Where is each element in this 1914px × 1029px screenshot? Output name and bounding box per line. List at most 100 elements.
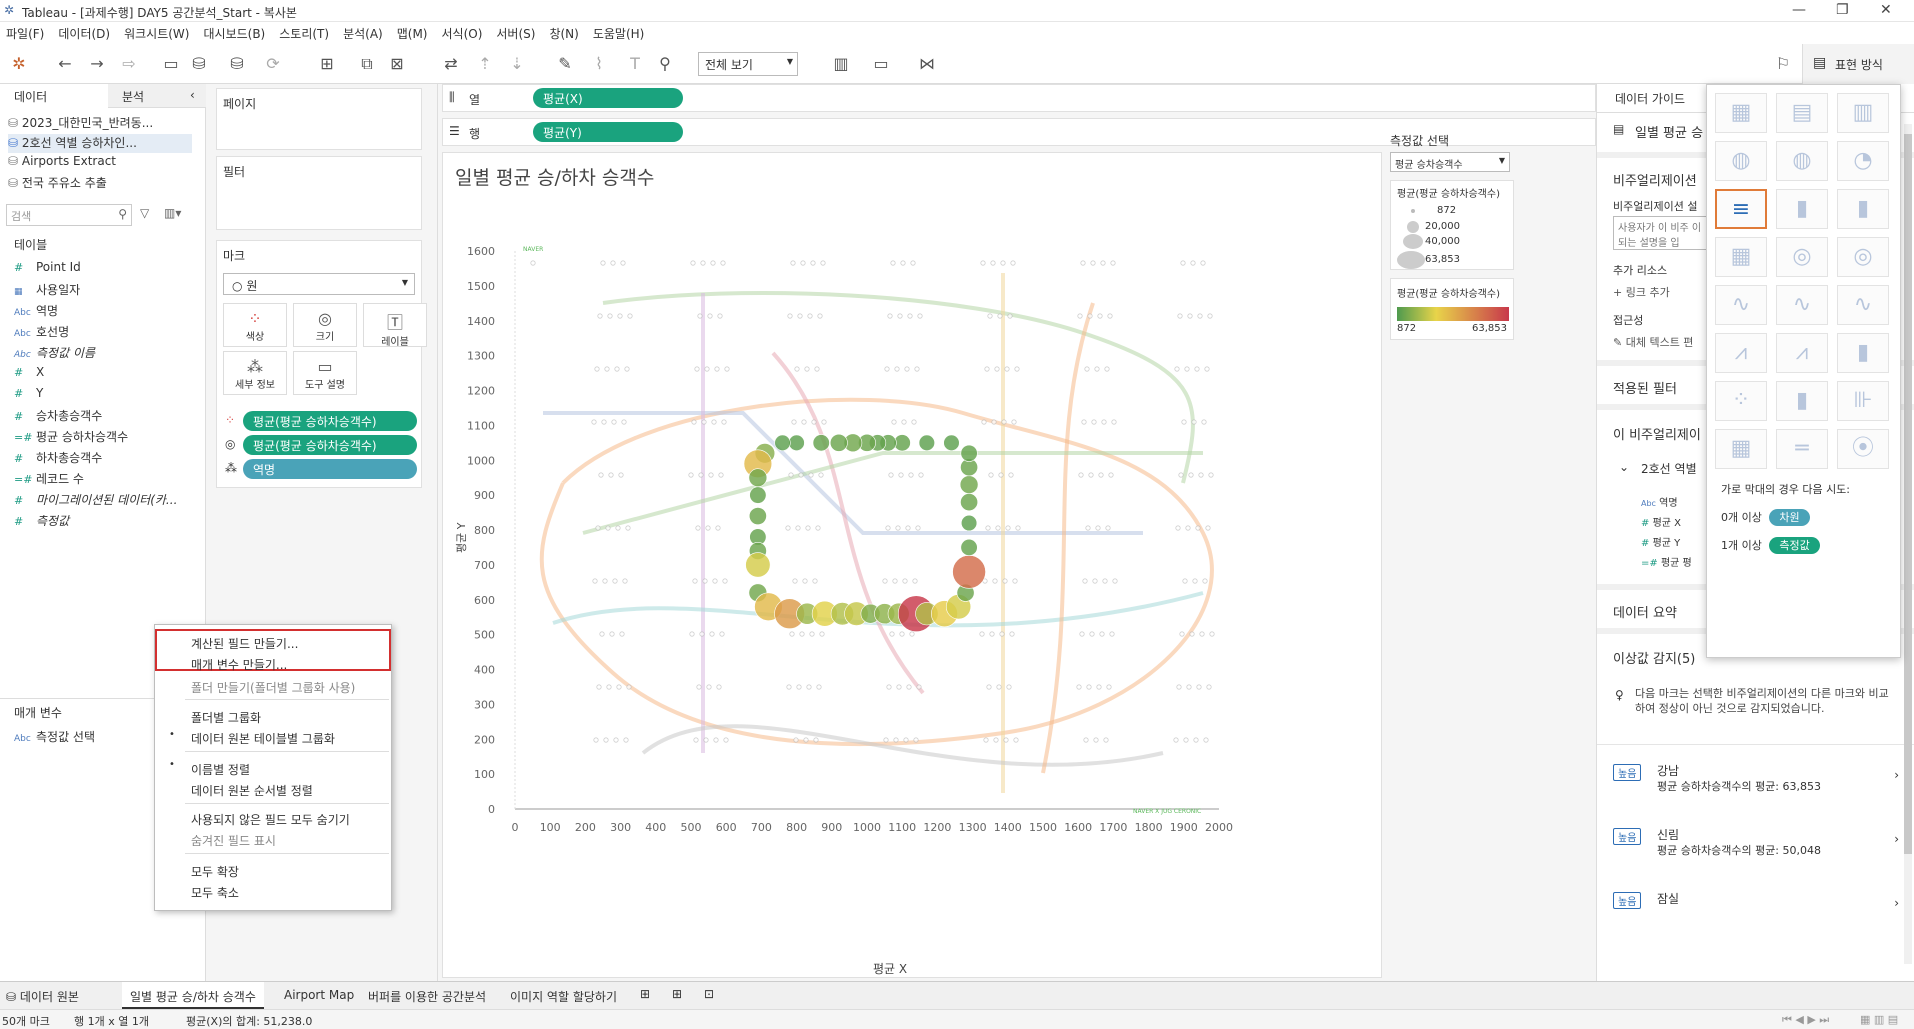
maximize-icon[interactable]: ❐ [1836, 2, 1849, 18]
tab-sheet[interactable]: 이미지 역할 할당하기 [510, 988, 617, 1005]
undo-icon[interactable]: ← [54, 53, 76, 75]
show-me-button[interactable]: ▤ 표현 방식 [1802, 44, 1914, 84]
tab-sheet[interactable]: 버퍼를 이용한 공간분석 [368, 988, 486, 1005]
field-item[interactable]: =# 레코드 수 [14, 470, 84, 489]
chart-type-thumbnail[interactable]: ═ [1776, 429, 1828, 469]
datasource-item[interactable]: ⛁ 2023_대한민국_반려동... [8, 114, 153, 133]
station-mark[interactable] [749, 486, 767, 504]
marks-detail-pill[interactable]: 역명 [243, 459, 417, 479]
new-dashboard-icon[interactable]: ⊞ [672, 987, 682, 1001]
station-mark[interactable] [812, 434, 830, 452]
menu-item-create-folder[interactable]: 폴더 만들기(폴더별 그룹화 사용) [191, 679, 355, 696]
station-mark[interactable] [943, 434, 960, 451]
menu-story[interactable]: 스토리(T) [273, 22, 337, 42]
menu-analysis[interactable]: 분석(A) [337, 22, 391, 42]
sort-descending-icon[interactable]: ⇣ [506, 53, 528, 75]
fix-axes-icon[interactable]: ⚲ [654, 53, 676, 75]
datasource-item[interactable]: ⛁ 전국 주유소 추출 [8, 174, 107, 193]
filter-fields-icon[interactable]: ▽ [140, 206, 149, 220]
chart-type-thumbnail[interactable]: ⩘ [1776, 333, 1828, 373]
color-button[interactable]: ⁘ 색상 [223, 303, 287, 347]
chart-type-thumbnail[interactable]: ≡ [1715, 189, 1767, 229]
field-item[interactable]: # 마이그레이션된 데이터(카... [14, 491, 177, 510]
save-icon[interactable]: ▭ [160, 53, 182, 75]
station-mark[interactable] [918, 434, 935, 451]
field-item[interactable]: # X [14, 365, 44, 384]
chart-type-thumbnail[interactable]: ⦿ [1837, 429, 1889, 469]
share-icon[interactable]: ⋈ [916, 53, 938, 75]
tableau-start-icon[interactable]: ✲ [8, 53, 30, 75]
pause-update-icon[interactable]: ⛁ [226, 53, 248, 75]
pages-shelf[interactable]: 페이지 [216, 88, 422, 150]
sheet-nav-icons[interactable]: ⏮ ◀ ▶ ⏭ [1782, 1013, 1829, 1027]
chart-type-thumbnail[interactable]: ▦ [1715, 429, 1767, 469]
show-labels-icon[interactable]: T [624, 53, 646, 75]
field-item[interactable]: # 승차총승객수 [14, 407, 102, 426]
view-options-icon[interactable]: ▥▾ [164, 206, 181, 220]
menu-item-show-hidden-fields[interactable]: 숨겨진 필드 표시 [191, 832, 276, 849]
field-search-input[interactable]: 검색 ⚲ [6, 204, 132, 226]
marks-size-pill[interactable]: 평균(평균 승하차승객수) [243, 435, 417, 455]
menu-item-create-parameter[interactable]: 매개 변수 만들기... [191, 656, 287, 673]
datasource-item-selected[interactable]: ⛁ 2호선 역별 승하차인... [8, 134, 192, 153]
menu-dashboard[interactable]: 대시보드(B) [197, 22, 273, 42]
station-mark[interactable] [745, 552, 771, 578]
datasource-item[interactable]: ⛁ Airports Extract [8, 154, 116, 173]
menu-format[interactable]: 서식(O) [436, 22, 491, 42]
size-button[interactable]: ◎ 크기 [293, 303, 357, 347]
tab-data-source[interactable]: ⛁ 데이터 원본 [6, 988, 79, 1005]
menu-worksheet[interactable]: 워크시트(W) [118, 22, 197, 42]
outlier-item[interactable]: 높음 잠실 › [1613, 890, 1903, 930]
tooltip-pin-icon[interactable]: ⚐ [1772, 53, 1794, 75]
menu-item-hide-unused-fields[interactable]: 사용되지 않은 필드 모두 숨기기 [191, 811, 350, 828]
menu-item-sort-by-source-order[interactable]: 데이터 원본 순서별 정렬 [191, 782, 313, 799]
chart-type-thumbnail[interactable]: ◎ [1837, 237, 1889, 277]
new-story-icon[interactable]: ⊡ [704, 987, 714, 1001]
field-item[interactable]: # Y [14, 386, 43, 405]
highlight-icon[interactable]: ✎ [554, 53, 576, 75]
presentation-icon[interactable]: ▭ [870, 53, 892, 75]
menu-item-expand-all[interactable]: 모두 확장 [191, 863, 239, 880]
station-mark[interactable] [748, 507, 767, 525]
chart-type-thumbnail[interactable]: ◔ [1837, 141, 1889, 181]
chart-type-thumbnail[interactable]: ◎ [1776, 237, 1828, 277]
chevron-down-icon[interactable]: ⌄ [1619, 460, 1629, 474]
station-mark[interactable] [788, 434, 805, 451]
detail-button[interactable]: ⁂ 세부 정보 [223, 351, 287, 395]
size-legend[interactable]: 평균(평균 승하차승객수) 872 20,000 40,000 63,853 [1390, 180, 1514, 270]
chart-type-thumbnail[interactable]: ⁘ [1715, 381, 1767, 421]
chart-type-thumbnail[interactable]: ▦ [1715, 237, 1767, 277]
close-icon[interactable]: ✕ [1880, 2, 1892, 18]
filters-shelf[interactable]: 필터 [216, 156, 422, 230]
chart-type-thumbnail[interactable]: ∿ [1837, 285, 1889, 325]
outlier-item[interactable]: 높음 강남 평균 승하차승객수의 평균: 63,853 › [1613, 762, 1903, 802]
sort-ascending-icon[interactable]: ⇡ [474, 53, 496, 75]
replay-icon[interactable]: ⇨ [118, 53, 140, 75]
collapse-pane-icon[interactable]: ‹ [190, 88, 195, 102]
new-datasource-icon[interactable]: ⛁ [188, 53, 210, 75]
chart-type-thumbnail[interactable]: ∿ [1715, 285, 1767, 325]
chart-type-thumbnail[interactable]: ▮ [1837, 333, 1889, 373]
menu-window[interactable]: 창(N) [543, 22, 586, 42]
rows-pill[interactable]: 평균(Y) [533, 122, 683, 142]
param-item[interactable]: Abc 측정값 선택 [14, 728, 95, 747]
chart-type-thumbnail[interactable]: ◍ [1776, 141, 1828, 181]
scatter-chart[interactable]: 0 100 200 300 400 500 600 700 800 900 1000 1100 1200… [443, 153, 1383, 979]
clear-sheet-icon[interactable]: ⊠ [386, 53, 408, 75]
redo-icon[interactable]: → [86, 53, 108, 75]
chart-type-thumbnail[interactable]: ◍ [1715, 141, 1767, 181]
chart-type-thumbnail[interactable]: ⊪ [1837, 381, 1889, 421]
mark-type-select[interactable]: ○ 원 ▼ [223, 273, 415, 295]
marks-color-pill[interactable]: 평균(평균 승하차승객수) [243, 411, 417, 431]
menu-item-sort-by-name[interactable]: 이름별 정렬 [191, 761, 250, 778]
new-worksheet-icon[interactable]: ⊞ [640, 987, 650, 1001]
station-mark[interactable] [829, 433, 848, 452]
chart-type-thumbnail[interactable]: ▥ [1837, 93, 1889, 133]
station-mark[interactable] [959, 475, 979, 494]
chart-type-thumbnail[interactable]: ▮ [1837, 189, 1889, 229]
alt-text-button[interactable]: ✎ 대체 텍스트 편 [1613, 334, 1693, 350]
field-item[interactable]: # 하차총승객수 [14, 449, 102, 468]
minimize-icon[interactable]: — [1792, 2, 1806, 18]
swap-axes-icon[interactable]: ⇄ [440, 53, 462, 75]
field-item[interactable]: Abc 역명 [14, 302, 58, 321]
